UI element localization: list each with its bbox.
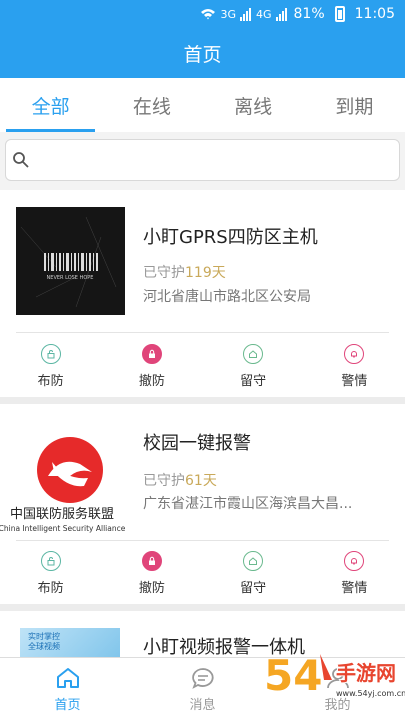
tab-online[interactable]: 在线	[101, 78, 202, 132]
nav-messages[interactable]: 消息	[135, 658, 270, 720]
guard-duration: 已守护61天	[143, 470, 217, 490]
nav-home[interactable]: 首页	[0, 658, 135, 720]
lock-open-icon	[40, 551, 61, 571]
alarm-button[interactable]: 警情	[304, 344, 405, 389]
signal-icon-2	[275, 8, 287, 21]
battery-icon	[334, 6, 345, 22]
arm-button[interactable]: 布防	[0, 551, 101, 596]
device-card[interactable]: 中国联防服务联盟 China Intelligent Security Alli…	[0, 404, 405, 604]
lock-icon	[141, 551, 162, 571]
filter-tabs: 全部 在线 离线 到期	[0, 78, 405, 132]
divider	[16, 540, 389, 541]
search-input[interactable]	[5, 139, 400, 181]
watermark-title: 手游网	[336, 661, 396, 685]
search-icon	[13, 152, 29, 168]
guard-prefix: 已守护	[143, 265, 185, 281]
guard-days: 61天	[185, 473, 217, 489]
device-card[interactable]: NEVER LOSE HOPE 小盯GPRS四防区主机 已守护119天 河北省唐…	[0, 190, 405, 397]
clock: 11:05	[354, 6, 395, 22]
nav-home-label: 首页	[54, 697, 81, 713]
battery-percent: 81%	[293, 6, 325, 22]
disarm-button[interactable]: 撤防	[101, 344, 202, 389]
bell-icon	[344, 551, 365, 571]
signal-icon	[239, 8, 251, 21]
action-bar: 布防 撤防 留守 警情	[0, 551, 405, 596]
home-icon	[243, 344, 264, 364]
divider	[16, 332, 389, 333]
disarm-label: 撤防	[138, 374, 165, 389]
device-thumbnail: 实时掌控 全球视频	[20, 628, 120, 657]
alarm-label: 警情	[341, 374, 368, 389]
thumbnail-caption-cn: 中国联防服务联盟	[10, 506, 114, 522]
disarm-label: 撤防	[138, 581, 165, 596]
device-thumbnail: NEVER LOSE HOPE	[16, 207, 125, 315]
home-icon	[56, 667, 79, 688]
action-bar: 布防 撤防 留守 警情	[0, 344, 405, 389]
arm-button[interactable]: 布防	[0, 344, 101, 389]
arm-label: 布防	[37, 374, 64, 389]
device-title: 小盯GPRS四防区主机	[143, 227, 318, 248]
status-bar: 3G 4G 81% 11:05	[0, 0, 405, 28]
thumbnail-caption-en: China Intelligent Security Alliance	[0, 524, 125, 533]
device-address: 河北省唐山市路北区公安局	[143, 289, 311, 305]
stay-button[interactable]: 留守	[203, 344, 304, 389]
alarm-button[interactable]: 警情	[304, 551, 405, 596]
guard-prefix: 已守护	[143, 473, 185, 489]
tab-offline-label: 离线	[234, 95, 273, 118]
device-title: 校园一键报警	[143, 433, 251, 454]
tab-all-label: 全部	[31, 95, 70, 118]
search-area	[0, 132, 405, 190]
status-icons: 3G 4G	[200, 7, 287, 21]
tab-offline[interactable]: 离线	[203, 78, 304, 132]
message-icon	[191, 667, 214, 689]
lock-open-icon	[40, 344, 61, 364]
page-title-bar: 首页	[0, 28, 405, 78]
watermark-logo: 54 手游网 www.54yj.com.cn	[262, 640, 405, 720]
tab-expired[interactable]: 到期	[304, 78, 405, 132]
bell-icon	[344, 344, 365, 364]
network-4g-label: 4G	[255, 7, 272, 21]
thumbnail-caption: NEVER LOSE HOPE	[47, 275, 94, 281]
guard-duration: 已守护119天	[143, 262, 226, 282]
home-icon	[243, 551, 264, 571]
arm-label: 布防	[37, 581, 64, 596]
stay-label: 留守	[240, 374, 267, 389]
watermark-url: www.54yj.com.cn	[336, 689, 405, 698]
alarm-label: 警情	[341, 581, 368, 596]
device-address: 广东省湛江市霞山区海滨昌大昌...	[143, 496, 353, 512]
guard-days: 119天	[185, 265, 226, 281]
tab-online-label: 在线	[132, 95, 171, 118]
watermark-number: 54	[264, 651, 322, 700]
page-title: 首页	[183, 43, 222, 66]
nav-messages-label: 消息	[189, 697, 216, 713]
wifi-icon	[201, 9, 216, 20]
tab-expired-label: 到期	[335, 95, 374, 118]
tab-all[interactable]: 全部	[0, 78, 101, 132]
lock-icon	[141, 344, 162, 364]
stay-label: 留守	[240, 581, 267, 596]
network-3g-label: 3G	[220, 7, 236, 21]
stay-button[interactable]: 留守	[203, 551, 304, 596]
device-thumbnail: 中国联防服务联盟 China Intelligent Security Alli…	[0, 418, 126, 533]
thumbnail-caption: 实时掌控 全球视频	[28, 632, 60, 651]
disarm-button[interactable]: 撤防	[101, 551, 202, 596]
